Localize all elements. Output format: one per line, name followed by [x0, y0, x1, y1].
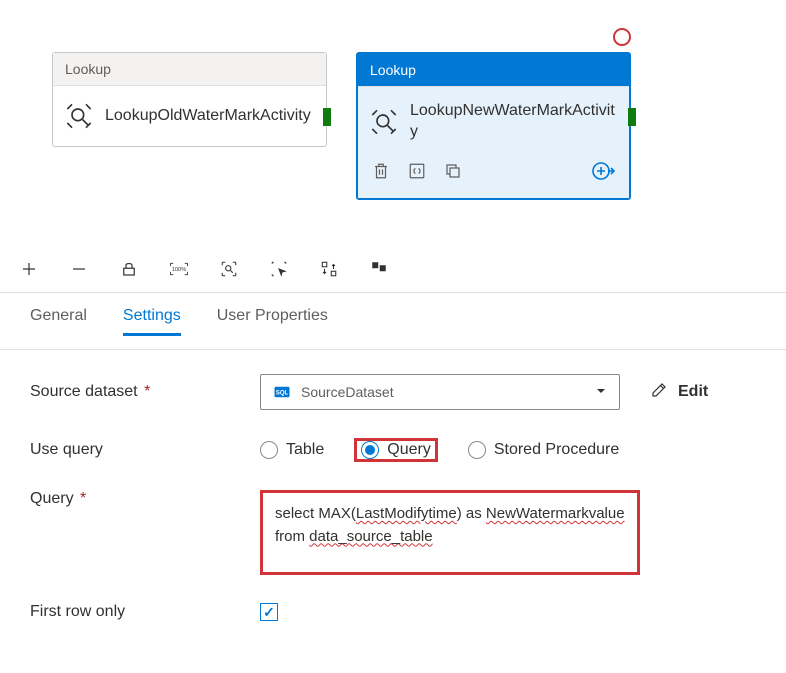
activity-lookup-old[interactable]: Lookup LookupOldWaterMarkActivity [52, 52, 327, 147]
tab-general[interactable]: General [30, 307, 87, 335]
svg-text:SQL: SQL [276, 390, 289, 396]
edit-button[interactable]: Edit [650, 381, 708, 404]
first-row-only-label: First row only [30, 603, 260, 621]
source-dataset-label: Source dataset * [30, 383, 260, 401]
auto-align-icon[interactable] [318, 258, 340, 280]
sql-icon: SQL [273, 383, 291, 401]
cursor-select-icon[interactable] [268, 258, 290, 280]
remove-icon[interactable] [68, 258, 90, 280]
activity-toolbar [358, 153, 629, 198]
add-icon[interactable] [18, 258, 40, 280]
radio-stored-procedure[interactable]: Stored Procedure [468, 441, 619, 459]
copy-icon[interactable] [444, 162, 462, 183]
tab-settings[interactable]: Settings [123, 307, 181, 336]
source-dataset-value: SourceDataset [301, 384, 394, 400]
validation-indicator-icon [613, 28, 631, 46]
activity-output-connector[interactable] [323, 108, 331, 126]
add-output-icon[interactable] [591, 159, 615, 186]
activity-name: LookupOldWaterMarkActivity [105, 106, 311, 127]
settings-panel: Source dataset * SQL SourceDataset Edit … [0, 350, 786, 673]
lookup-icon [370, 108, 398, 136]
code-icon[interactable] [408, 162, 426, 183]
delete-icon[interactable] [372, 162, 390, 183]
lookup-icon [65, 102, 93, 130]
canvas-toolbar: 100% [0, 246, 786, 293]
query-label: Query * [30, 490, 260, 508]
tab-user-properties[interactable]: User Properties [217, 307, 328, 335]
radio-icon [468, 441, 486, 459]
query-input[interactable]: select MAX(LastModifytime) as NewWaterma… [260, 490, 640, 575]
zoom-to-fit-icon[interactable] [218, 258, 240, 280]
activity-type-label: Lookup [358, 54, 629, 87]
layout-icon[interactable] [368, 258, 390, 280]
activity-output-connector[interactable] [628, 108, 636, 126]
use-query-label: Use query [30, 441, 260, 459]
pencil-icon [650, 381, 668, 404]
activity-type-label: Lookup [53, 53, 326, 86]
source-dataset-dropdown[interactable]: SQL SourceDataset [260, 374, 620, 410]
use-query-radio-group: Table Query Stored Procedure [260, 438, 619, 462]
pipeline-canvas[interactable]: Lookup LookupOldWaterMarkActivity Lookup [0, 0, 786, 240]
properties-tabs: General Settings User Properties [0, 293, 786, 350]
radio-icon [260, 441, 278, 459]
lock-icon[interactable] [118, 258, 140, 280]
radio-icon [361, 441, 379, 459]
svg-text:100%: 100% [172, 267, 187, 273]
radio-table[interactable]: Table [260, 441, 324, 459]
radio-query[interactable]: Query [361, 441, 431, 459]
activity-lookup-new[interactable]: Lookup LookupNewWaterMarkActivity [356, 52, 631, 200]
first-row-only-checkbox[interactable] [260, 603, 278, 621]
chevron-down-icon [595, 384, 607, 400]
activity-name: LookupNewWaterMarkActivity [410, 101, 617, 143]
zoom-fit-icon[interactable]: 100% [168, 258, 190, 280]
